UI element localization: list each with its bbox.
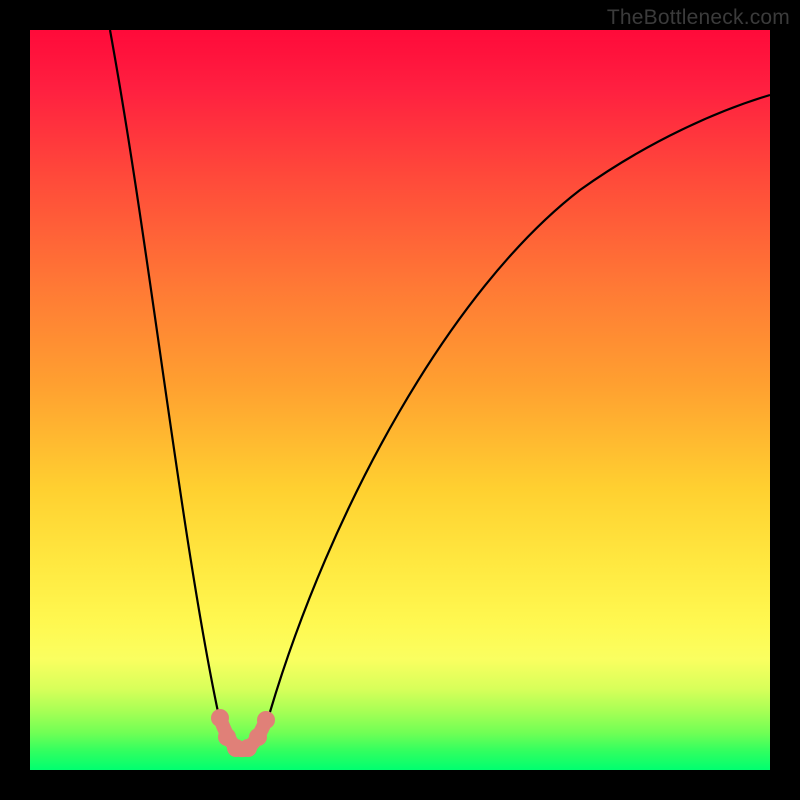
watermark-text: TheBottleneck.com — [607, 6, 790, 30]
chart-svg — [30, 30, 770, 770]
marker-dot — [249, 728, 267, 746]
marker-dot — [211, 709, 229, 727]
bottleneck-curve — [110, 30, 770, 750]
marker-dot — [257, 711, 275, 729]
bottom-markers — [211, 709, 275, 757]
chart-area — [30, 30, 770, 770]
